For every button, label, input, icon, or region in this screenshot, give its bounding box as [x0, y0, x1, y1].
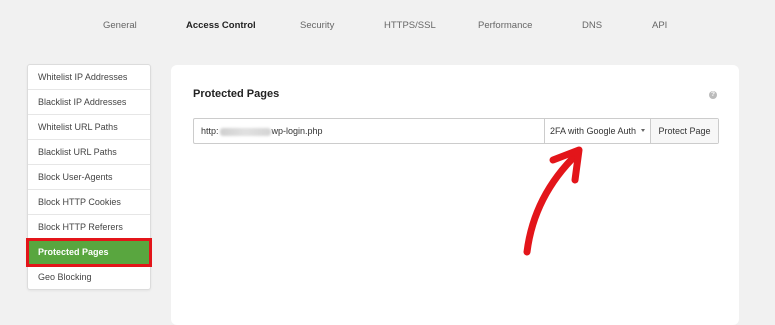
annotation-arrow-icon	[523, 146, 583, 256]
sidebar-item-whitelist-ip[interactable]: Whitelist IP Addresses	[28, 65, 150, 90]
protect-page-button[interactable]: Protect Page	[651, 119, 718, 143]
chevron-down-icon	[641, 129, 645, 132]
protect-page-form: http: wp-login.php 2FA with Google Auth P…	[193, 118, 719, 144]
tab-security[interactable]: Security	[300, 20, 334, 31]
sidebar-item-geo-blocking[interactable]: Geo Blocking	[28, 265, 150, 289]
tab-access-control[interactable]: Access Control	[186, 20, 256, 31]
question-icon[interactable]: ?	[709, 91, 717, 99]
tab-dns[interactable]: DNS	[582, 20, 602, 31]
sidebar-item-block-referers[interactable]: Block HTTP Referers	[28, 215, 150, 240]
access-control-sidebar: Whitelist IP Addresses Blacklist IP Addr…	[26, 64, 152, 290]
sidebar-item-whitelist-url[interactable]: Whitelist URL Paths	[28, 115, 150, 140]
tab-https-ssl[interactable]: HTTPS/SSL	[384, 20, 436, 31]
tab-api[interactable]: API	[652, 20, 667, 31]
auth-method-value: 2FA with Google Auth	[550, 126, 637, 136]
sidebar-item-protected-pages[interactable]: Protected Pages	[26, 238, 152, 267]
top-navigation: General Access Control Security HTTPS/SS…	[0, 0, 775, 52]
sidebar-item-blacklist-url[interactable]: Blacklist URL Paths	[28, 140, 150, 165]
sidebar-item-blacklist-ip[interactable]: Blacklist IP Addresses	[28, 90, 150, 115]
page-title: Protected Pages	[193, 88, 280, 100]
tab-performance[interactable]: Performance	[478, 20, 532, 31]
sidebar-item-block-cookies[interactable]: Block HTTP Cookies	[28, 190, 150, 215]
protected-pages-panel: Protected Pages ? http: wp-login.php 2FA …	[171, 65, 739, 325]
url-suffix: wp-login.php	[271, 126, 323, 136]
blurred-domain	[219, 127, 271, 136]
sidebar-item-block-user-agents[interactable]: Block User-Agents	[28, 165, 150, 190]
url-prefix: http:	[201, 126, 219, 136]
url-input[interactable]: http: wp-login.php	[194, 119, 545, 143]
tab-general[interactable]: General	[103, 20, 137, 31]
